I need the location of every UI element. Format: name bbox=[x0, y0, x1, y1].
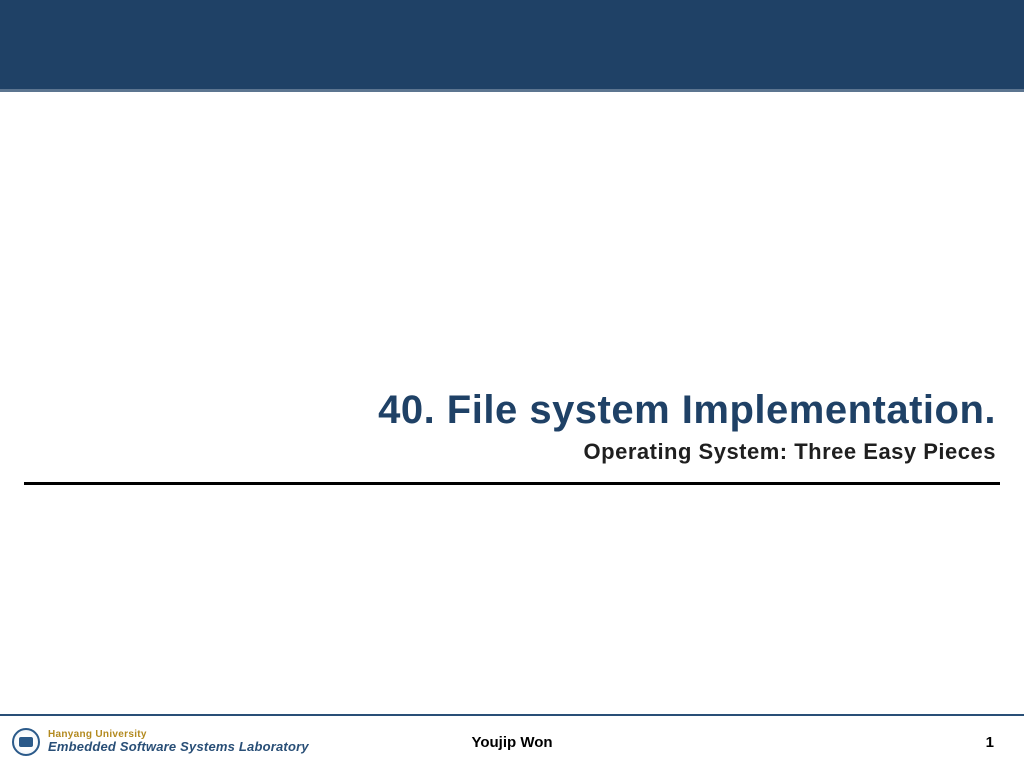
footer: Hanyang University Embedded Software Sys… bbox=[0, 716, 1024, 768]
logo-block: Hanyang University Embedded Software Sys… bbox=[0, 728, 309, 756]
header-band bbox=[0, 0, 1024, 92]
logo-text: Hanyang University Embedded Software Sys… bbox=[48, 729, 309, 754]
lab-name: Embedded Software Systems Laboratory bbox=[48, 740, 309, 754]
page-number: 1 bbox=[986, 734, 994, 751]
slide-subtitle: Operating System: Three Easy Pieces bbox=[378, 439, 996, 465]
university-seal-icon bbox=[12, 728, 40, 756]
title-underline bbox=[24, 482, 1000, 485]
title-block: 40. File system Implementation. Operatin… bbox=[378, 388, 996, 465]
author-name: Youjip Won bbox=[471, 734, 552, 751]
slide-title: 40. File system Implementation. bbox=[378, 388, 996, 433]
